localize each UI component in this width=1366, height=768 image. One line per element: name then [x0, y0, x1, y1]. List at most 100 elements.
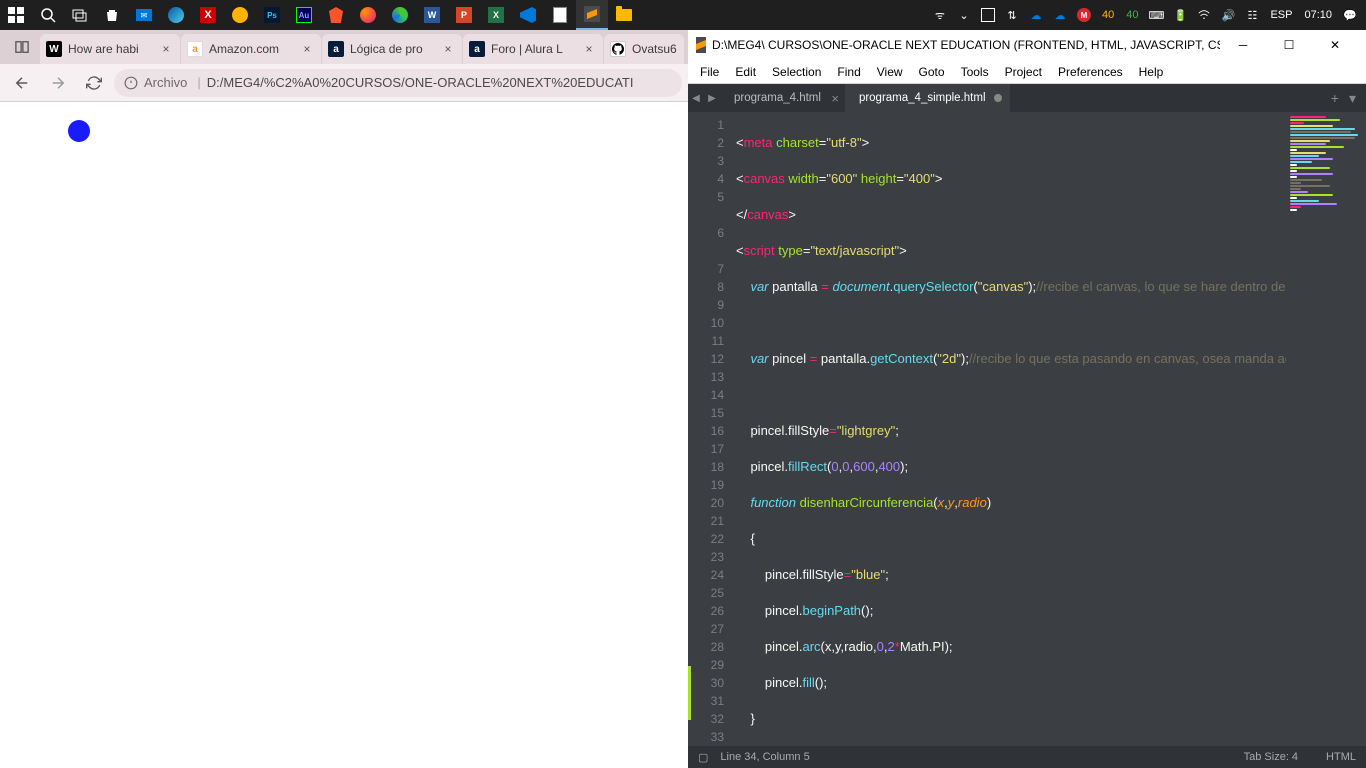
sublime-app-icon: [696, 37, 706, 53]
taskbar-left: ✉ X Ps Au W P X: [0, 0, 640, 30]
tray-mega-icon[interactable]: M: [1074, 5, 1094, 25]
reload-button[interactable]: [78, 67, 110, 99]
close-button[interactable]: ✕: [1312, 30, 1358, 60]
tray-people-icon[interactable]: ᯤ: [930, 5, 950, 25]
code-content[interactable]: <meta charset="utf-8"> <canvas width="60…: [736, 112, 1286, 746]
tray-sync-icon[interactable]: ⇅: [1002, 5, 1022, 25]
close-icon[interactable]: ×: [831, 91, 839, 106]
taskbar-app-edge2[interactable]: [384, 0, 416, 30]
status-syntax[interactable]: HTML: [1326, 751, 1356, 763]
taskbar-app-powerpoint[interactable]: P: [448, 0, 480, 30]
maximize-button[interactable]: ☐: [1266, 30, 1312, 60]
taskbar-app-explorer[interactable]: [608, 0, 640, 30]
tab-label: Amazon.com: [209, 42, 299, 56]
browser-tab[interactable]: aAmazon.com×: [181, 34, 321, 64]
sublime-window: D:\MEG4\ CURSOS\ONE-ORACLE NEXT EDUCATIO…: [688, 30, 1366, 768]
tab-actions-icon[interactable]: [4, 30, 40, 64]
tray-chevron-icon[interactable]: ⌄: [954, 5, 974, 25]
tray-volume-icon[interactable]: 🔊: [1218, 5, 1238, 25]
tray-app-icon[interactable]: [978, 5, 998, 25]
tab-label: Foro | Alura L: [491, 42, 581, 56]
taskbar-right: ᯤ ⌄ ⇅ ☁ ☁ M 40 40 ⌨ 🔋 🔊 ☷ ESP 07:10 💬: [930, 0, 1366, 30]
taskbar-app-audition[interactable]: Au: [288, 0, 320, 30]
close-icon[interactable]: ×: [440, 41, 456, 57]
tray-onedrive-icon[interactable]: ☁: [1050, 5, 1070, 25]
tray-badge-2: 40: [1122, 9, 1142, 21]
taskbar-app-brave[interactable]: [320, 0, 352, 30]
menu-selection[interactable]: Selection: [764, 63, 829, 81]
taskbar-app-photoshop[interactable]: Ps: [256, 0, 288, 30]
tab-label: How are habi: [68, 42, 158, 56]
browser-tabstrip: WHow are habi× aAmazon.com× aLógica de p…: [0, 30, 688, 64]
start-button[interactable]: [0, 0, 32, 30]
menu-tools[interactable]: Tools: [953, 63, 997, 81]
search-icon[interactable]: [32, 0, 64, 30]
taskbar-app-potplayer[interactable]: [224, 0, 256, 30]
browser-tab[interactable]: WHow are habi×: [40, 34, 180, 64]
browser-toolbar: Archivo | D:/MEG4/%C2%A0%20CURSOS/ONE-OR…: [0, 64, 688, 102]
status-position[interactable]: Line 34, Column 5: [720, 751, 809, 763]
close-icon[interactable]: ×: [581, 41, 597, 57]
tray-keyboard-icon[interactable]: ⌨: [1146, 5, 1166, 25]
tray-clock[interactable]: 07:10: [1300, 9, 1336, 21]
browser-viewport: [0, 102, 688, 768]
menu-edit[interactable]: Edit: [727, 63, 764, 81]
minimap[interactable]: [1286, 112, 1366, 746]
editor-tab[interactable]: programa_4_simple.html: [845, 84, 1010, 112]
menu-project[interactable]: Project: [997, 63, 1050, 81]
new-tab-button[interactable]: +: [1327, 90, 1343, 106]
menu-preferences[interactable]: Preferences: [1050, 63, 1131, 81]
status-panel-icon[interactable]: ▢: [698, 751, 708, 764]
task-view-icon[interactable]: [64, 0, 96, 30]
taskbar-app-excel[interactable]: X: [480, 0, 512, 30]
close-icon[interactable]: ×: [158, 41, 174, 57]
tab-prev-icon[interactable]: ◀: [688, 84, 704, 112]
menu-goto[interactable]: Goto: [911, 63, 953, 81]
close-icon[interactable]: ×: [299, 41, 315, 57]
tray-badge-1: 40: [1098, 9, 1118, 21]
sublime-titlebar[interactable]: D:\MEG4\ CURSOS\ONE-ORACLE NEXT EDUCATIO…: [688, 30, 1366, 60]
taskbar-app-vscode[interactable]: [512, 0, 544, 30]
status-tabsize[interactable]: Tab Size: 4: [1244, 751, 1298, 763]
tray-wifi-icon[interactable]: [1194, 5, 1214, 25]
tray-ime-icon[interactable]: ☷: [1242, 5, 1262, 25]
tab-label: programa_4_simple.html: [859, 92, 986, 104]
tab-label: Lógica de pro: [350, 42, 440, 56]
tab-next-icon[interactable]: ▶: [704, 84, 720, 112]
tab-label: Ovatsu6: [632, 42, 678, 56]
forward-button[interactable]: [42, 67, 74, 99]
tab-menu-button[interactable]: ▾: [1345, 90, 1360, 107]
taskbar-app-mail[interactable]: ✉: [128, 0, 160, 30]
taskbar-app-edge[interactable]: [160, 0, 192, 30]
window-title: D:\MEG4\ CURSOS\ONE-ORACLE NEXT EDUCATIO…: [712, 38, 1220, 52]
tray-cloud-icon[interactable]: ☁: [1026, 5, 1046, 25]
browser-tab[interactable]: aForo | Alura L×: [463, 34, 603, 64]
tab-label: programa_4.html: [734, 92, 821, 104]
editor-area[interactable]: 1234567891011121314151617181920212223242…: [688, 112, 1366, 746]
menu-file[interactable]: File: [692, 63, 727, 81]
taskbar-app-word[interactable]: W: [416, 0, 448, 30]
line-gutter: 1234567891011121314151617181920212223242…: [688, 112, 736, 746]
browser-tab[interactable]: aLógica de pro×: [322, 34, 462, 64]
menu-view[interactable]: View: [869, 63, 911, 81]
editor-tab[interactable]: programa_4.html ×: [720, 84, 845, 112]
menu-find[interactable]: Find: [829, 63, 868, 81]
dirty-indicator-icon: [994, 94, 1002, 102]
windows-taskbar: ✉ X Ps Au W P X ᯤ ⌄ ⇅ ☁ ☁ M 40 40 ⌨ 🔋 🔊 …: [0, 0, 1366, 30]
sublime-tabbar: ◀ ▶ programa_4.html × programa_4_simple.h…: [688, 84, 1366, 112]
tray-battery-icon[interactable]: 🔋: [1170, 5, 1190, 25]
taskbar-app-sublime[interactable]: [576, 0, 608, 30]
browser-tab[interactable]: Ovatsu6: [604, 34, 684, 64]
tray-notifications-icon[interactable]: 💬: [1340, 5, 1360, 25]
address-bar[interactable]: Archivo | D:/MEG4/%C2%A0%20CURSOS/ONE-OR…: [114, 69, 682, 97]
taskbar-app-firefox[interactable]: [352, 0, 384, 30]
taskbar-app-store[interactable]: [96, 0, 128, 30]
canvas-circle: [68, 120, 90, 142]
menu-help[interactable]: Help: [1131, 63, 1172, 81]
modified-gutter-marker: [688, 666, 691, 720]
minimize-button[interactable]: ─: [1220, 30, 1266, 60]
taskbar-app-notepad[interactable]: [544, 0, 576, 30]
back-button[interactable]: [6, 67, 38, 99]
taskbar-app-x[interactable]: X: [192, 0, 224, 30]
tray-language[interactable]: ESP: [1266, 9, 1296, 21]
